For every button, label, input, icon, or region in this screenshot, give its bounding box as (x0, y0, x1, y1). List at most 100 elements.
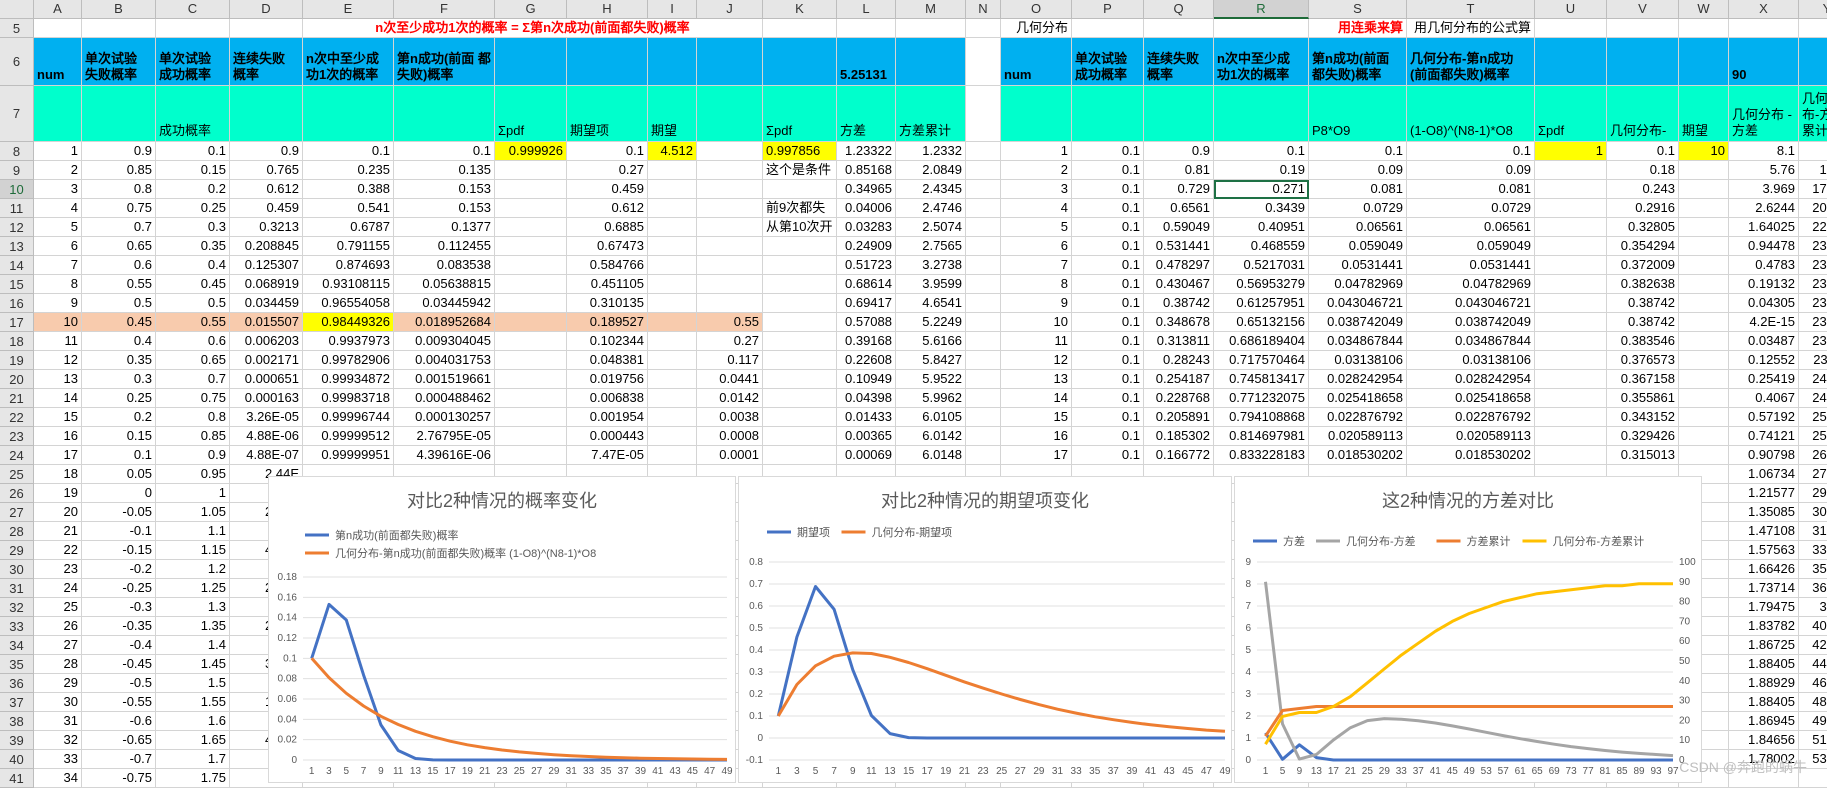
cell-v16[interactable]: 0.38742 (1607, 294, 1679, 313)
cell-y24[interactable]: 26.793 (1799, 446, 1827, 465)
cell-n24[interactable] (966, 446, 1001, 465)
cell-r22[interactable]: 0.794108868 (1214, 408, 1309, 427)
cell-p14[interactable]: 0.1 (1072, 256, 1144, 275)
cell-v18[interactable]: 0.383546 (1607, 332, 1679, 351)
cell-h8[interactable]: 0.1 (567, 142, 648, 161)
column-header-r[interactable]: R (1214, 0, 1309, 19)
cell-b32[interactable]: -0.3 (82, 598, 156, 617)
cell-r6[interactable]: n次中至少成 功1次的概率 (1214, 38, 1309, 86)
cell-s14[interactable]: 0.0531441 (1309, 256, 1407, 275)
cell-a34[interactable]: 27 (34, 636, 82, 655)
row-header-37[interactable]: 37 (0, 693, 34, 712)
cell-o5[interactable]: 几何分布 (1001, 19, 1072, 38)
cell-y29[interactable]: 33.474 (1799, 541, 1827, 560)
cell-c12[interactable]: 0.3 (156, 218, 230, 237)
column-header-e[interactable]: E (303, 0, 394, 19)
cell-c17[interactable]: 0.55 (156, 313, 230, 332)
cell-b22[interactable]: 0.2 (82, 408, 156, 427)
row-header-14[interactable]: 14 (0, 256, 34, 275)
cell-f9[interactable]: 0.135 (394, 161, 495, 180)
cell-m9[interactable]: 2.0849 (896, 161, 966, 180)
cell-c40[interactable]: 1.7 (156, 750, 230, 769)
cell-l7[interactable]: 方差 (837, 86, 896, 142)
row-header-10[interactable]: 10 (0, 180, 34, 199)
cell-b24[interactable]: 0.1 (82, 446, 156, 465)
row-header-23[interactable]: 23 (0, 427, 34, 446)
cell-q6[interactable]: 连续失败 概率 (1144, 38, 1214, 86)
cell-h16[interactable]: 0.310135 (567, 294, 648, 313)
cell-g19[interactable] (495, 351, 567, 370)
cell-a11[interactable]: 4 (34, 199, 82, 218)
cell-c38[interactable]: 1.6 (156, 712, 230, 731)
cell-i20[interactable] (648, 370, 697, 389)
cell-q8[interactable]: 0.9 (1144, 142, 1214, 161)
row-header-15[interactable]: 15 (0, 275, 34, 294)
cell-o8[interactable]: 1 (1001, 142, 1072, 161)
cell-j7[interactable] (697, 86, 763, 142)
cell-a10[interactable]: 3 (34, 180, 82, 199)
cell-x29[interactable]: 1.57563 (1729, 541, 1799, 560)
cell-c37[interactable]: 1.55 (156, 693, 230, 712)
cell-a14[interactable]: 7 (34, 256, 82, 275)
cell-c24[interactable]: 0.9 (156, 446, 230, 465)
cell-h20[interactable]: 0.019756 (567, 370, 648, 389)
cell-x19[interactable]: 0.12552 (1729, 351, 1799, 370)
cell-w7[interactable]: 期望 (1679, 86, 1729, 142)
cell-d15[interactable]: 0.068919 (230, 275, 303, 294)
cell-b37[interactable]: -0.55 (82, 693, 156, 712)
cell-q14[interactable]: 0.478297 (1144, 256, 1214, 275)
cell-k5[interactable] (763, 19, 837, 38)
row-header-5[interactable]: 5 (0, 19, 34, 38)
row-header-30[interactable]: 30 (0, 560, 34, 579)
cell-d22[interactable]: 3.26E-05 (230, 408, 303, 427)
cell-t9[interactable]: 0.09 (1407, 161, 1535, 180)
cell-e22[interactable]: 0.99996744 (303, 408, 394, 427)
cell-o18[interactable]: 11 (1001, 332, 1072, 351)
column-header-t[interactable]: T (1407, 0, 1535, 19)
cell-a28[interactable]: 21 (34, 522, 82, 541)
row-header-16[interactable]: 16 (0, 294, 34, 313)
variance-chart[interactable]: 这2种情况的方差对比 方差 几何分布-方差 方差累计 几何分布-方差累计 0 1 2 3 4 5 6… (1234, 476, 1702, 783)
cell-q19[interactable]: 0.28243 (1144, 351, 1214, 370)
cell-u5[interactable] (1535, 19, 1607, 38)
cell-b8[interactable]: 0.9 (82, 142, 156, 161)
cell-k6[interactable] (763, 38, 837, 86)
cell-f16[interactable]: 0.03445942 (394, 294, 495, 313)
cell-r16[interactable]: 0.61257951 (1214, 294, 1309, 313)
cell-a5[interactable] (34, 19, 82, 38)
cell-v5[interactable] (1607, 19, 1679, 38)
cell-s7[interactable]: P8*O9 (1309, 86, 1407, 142)
cell-d14[interactable]: 0.125307 (230, 256, 303, 275)
row-header-38[interactable]: 38 (0, 712, 34, 731)
cell-t11[interactable]: 0.0729 (1407, 199, 1535, 218)
cell-h14[interactable]: 0.584766 (567, 256, 648, 275)
cell-l17[interactable]: 0.57088 (837, 313, 896, 332)
cell-t19[interactable]: 0.03138106 (1407, 351, 1535, 370)
cell-l9[interactable]: 0.85168 (837, 161, 896, 180)
row-header-36[interactable]: 36 (0, 674, 34, 693)
cell-y14[interactable]: 23.517 (1799, 256, 1827, 275)
cell-y19[interactable]: 23.911 (1799, 351, 1827, 370)
cell-x10[interactable]: 3.969 (1729, 180, 1799, 199)
cell-e21[interactable]: 0.99983718 (303, 389, 394, 408)
cell-v6[interactable] (1607, 38, 1679, 86)
cell-q7[interactable] (1144, 86, 1214, 142)
cell-u9[interactable] (1535, 161, 1607, 180)
cell-f21[interactable]: 0.000488462 (394, 389, 495, 408)
cell-t20[interactable]: 0.028242954 (1407, 370, 1535, 389)
cell-k14[interactable] (763, 256, 837, 275)
cell-g13[interactable] (495, 237, 567, 256)
cell-s10[interactable]: 0.081 (1309, 180, 1407, 199)
column-header-f[interactable]: F (394, 0, 495, 19)
cell-b14[interactable]: 0.6 (82, 256, 156, 275)
cell-o9[interactable]: 2 (1001, 161, 1072, 180)
cell-j6[interactable] (697, 38, 763, 86)
cell-d17[interactable]: 0.015507 (230, 313, 303, 332)
cell-c23[interactable]: 0.85 (156, 427, 230, 446)
cell-f17[interactable]: 0.018952684 (394, 313, 495, 332)
cell-c25[interactable]: 0.95 (156, 465, 230, 484)
cell-r24[interactable]: 0.833228183 (1214, 446, 1309, 465)
cell-i13[interactable] (648, 237, 697, 256)
cell-a30[interactable]: 23 (34, 560, 82, 579)
cell-p24[interactable]: 0.1 (1072, 446, 1144, 465)
